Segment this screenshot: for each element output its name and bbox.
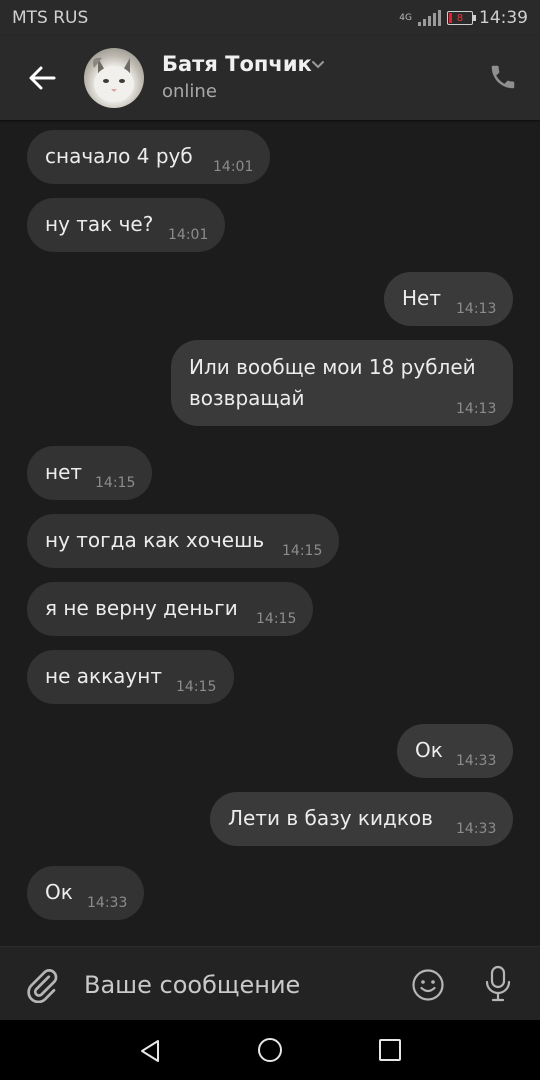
message-time: 14:13 <box>456 301 497 317</box>
message-time: 14:15 <box>256 611 297 627</box>
message-time: 14:33 <box>456 821 497 837</box>
nav-home-icon[interactable] <box>256 1036 284 1064</box>
microphone-icon[interactable] <box>482 965 514 1003</box>
message-bubble[interactable]: Или вообще мои 18 рублей возвращай 14:13 <box>171 340 513 426</box>
message-time: 14:01 <box>213 159 254 175</box>
message-time: 14:15 <box>95 475 136 491</box>
message-list[interactable]: сначало 4 руб 14:01 ну так че? 14:01 Нет… <box>0 120 540 946</box>
message-text: Нет <box>402 286 441 310</box>
message-time: 14:33 <box>87 895 128 911</box>
message-text: Лети в базу кидков <box>228 806 433 830</box>
chat-header: Батя Топчик online <box>0 36 540 120</box>
message-time: 14:33 <box>456 753 497 769</box>
battery-level: 8 <box>456 13 464 24</box>
message-bubble[interactable]: не аккаунт 14:15 <box>27 650 234 704</box>
avatar[interactable] <box>84 48 144 108</box>
message-text: не аккаунт <box>45 664 162 688</box>
message-text: ну тогда как хочешь <box>45 528 265 552</box>
message-time: 14:01 <box>168 227 209 243</box>
nav-back-icon[interactable] <box>138 1038 164 1064</box>
battery-icon: 8 <box>447 11 476 25</box>
back-arrow-icon[interactable] <box>24 60 60 96</box>
message-text: ну так че? <box>45 212 154 236</box>
message-text: Ок <box>45 880 73 904</box>
contact-name[interactable]: Батя Топчик <box>162 52 312 76</box>
status-bar: MTS RUS 4G 8 14:39 <box>0 0 540 36</box>
emoji-icon[interactable] <box>410 967 446 1003</box>
message-text: я не верну деньги <box>45 596 238 620</box>
message-text: Ок <box>415 738 443 762</box>
carrier-label: MTS RUS <box>12 8 89 28</box>
message-time: 14:15 <box>176 679 217 695</box>
phone-icon[interactable] <box>488 62 518 92</box>
message-bubble[interactable]: Нет 14:13 <box>384 272 513 326</box>
status-icons: 4G 8 14:39 <box>399 8 528 28</box>
message-input[interactable] <box>84 965 384 1005</box>
signal-icon <box>418 10 441 26</box>
message-bubble[interactable]: ну тогда как хочешь 14:15 <box>27 514 339 568</box>
message-text: нет <box>45 460 83 484</box>
message-bubble[interactable]: я не верну деньги 14:15 <box>27 582 313 636</box>
message-bubble[interactable]: сначало 4 руб 14:01 <box>27 130 270 184</box>
contact-status: online <box>162 81 217 102</box>
message-text: сначало 4 руб <box>45 144 193 168</box>
message-bubble[interactable]: ну так че? 14:01 <box>27 198 225 252</box>
message-composer <box>0 946 540 1021</box>
system-nav-bar <box>0 1020 540 1080</box>
cat-avatar-image <box>93 57 134 102</box>
status-time: 14:39 <box>479 8 528 28</box>
message-bubble[interactable]: нет 14:15 <box>27 446 152 500</box>
message-bubble[interactable]: Ок 14:33 <box>397 724 513 778</box>
message-time: 14:13 <box>456 401 497 417</box>
message-time: 14:15 <box>282 543 323 559</box>
nav-recent-apps-icon[interactable] <box>378 1038 402 1062</box>
message-bubble[interactable]: Ок 14:33 <box>27 866 144 920</box>
chevron-down-icon[interactable] <box>310 56 326 72</box>
network-type-label: 4G <box>399 13 412 23</box>
message-bubble[interactable]: Лети в базу кидков 14:33 <box>210 792 513 846</box>
paperclip-icon[interactable] <box>24 967 60 1003</box>
